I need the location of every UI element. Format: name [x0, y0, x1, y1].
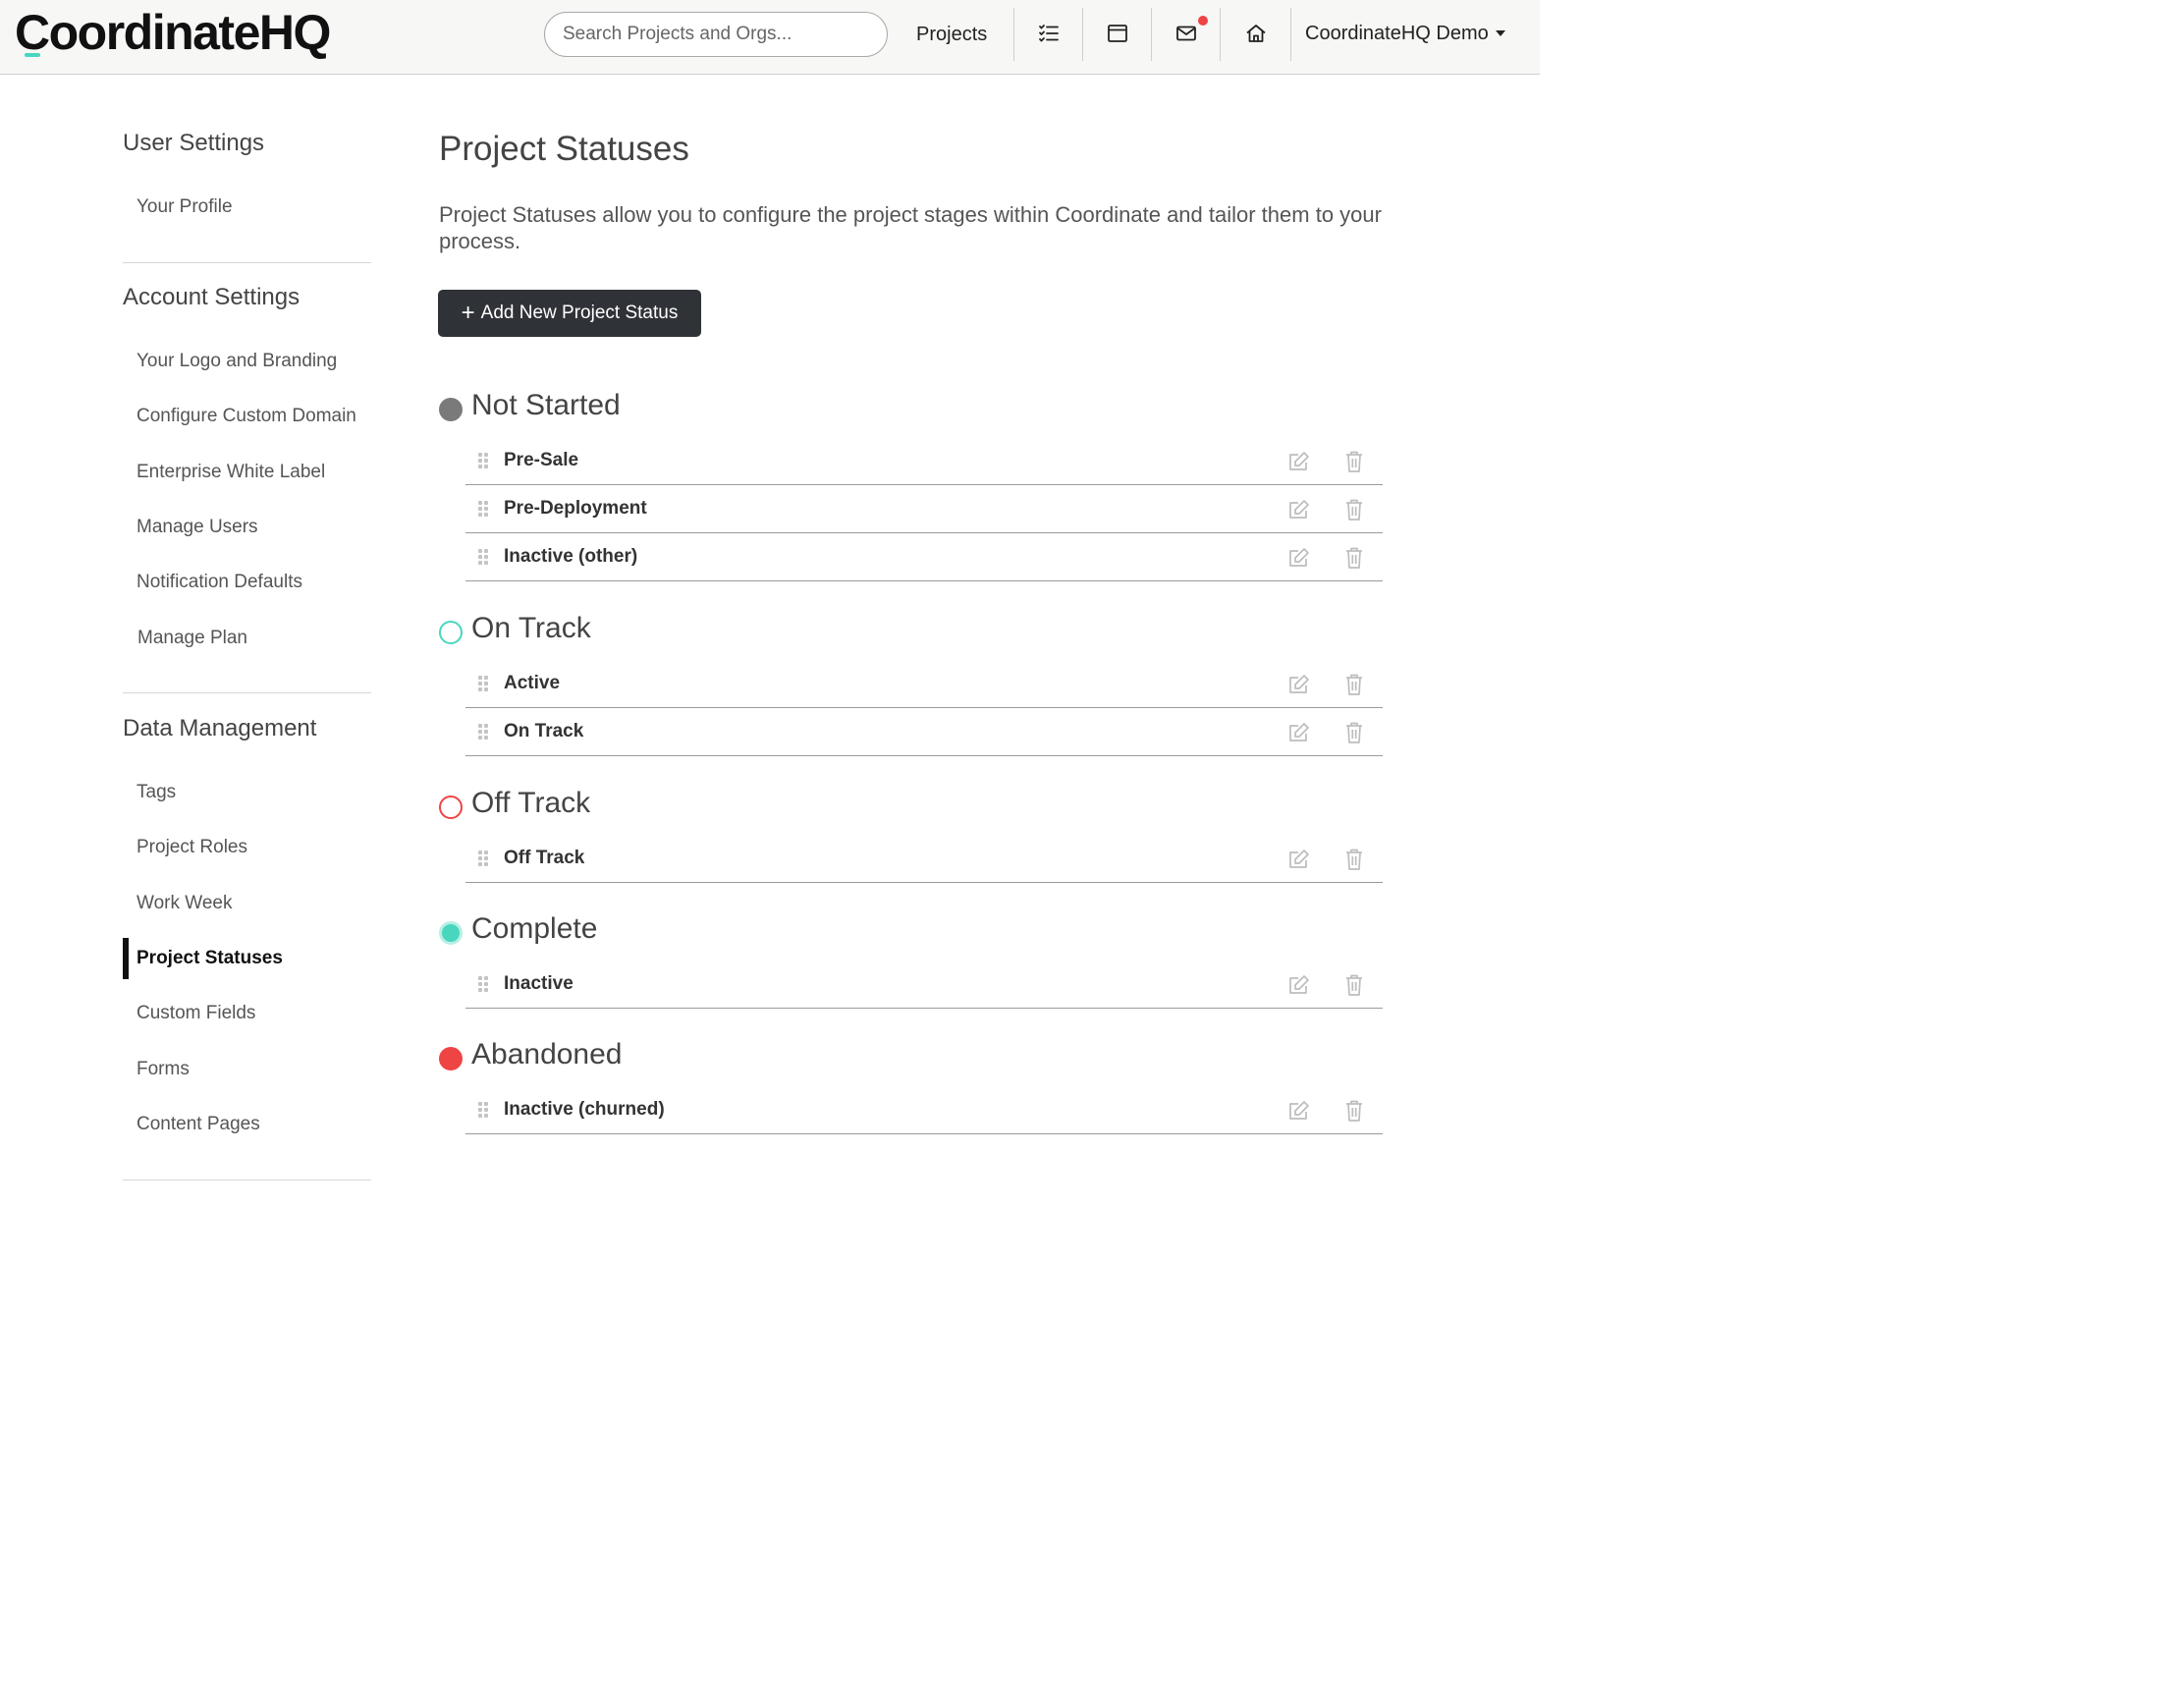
status-group-title: Abandoned [471, 1038, 623, 1070]
status-label: Off Track [504, 848, 585, 868]
add-button-label: Add New Project Status [480, 302, 679, 323]
status-row: Inactive (churned) [465, 1086, 1383, 1134]
status-label: Pre-Sale [504, 450, 579, 470]
sidebar-heading-user-settings: User Settings [123, 130, 265, 156]
drag-handle-icon[interactable] [476, 722, 490, 741]
sidebar-item-project-roles[interactable]: Project Roles [136, 837, 247, 858]
sidebar-item-forms[interactable]: Forms [136, 1059, 190, 1080]
status-indicator-icon [439, 398, 463, 421]
nav-divider [1151, 8, 1152, 61]
account-menu[interactable]: CoordinateHQ Demo [1305, 23, 1489, 45]
sidebar-item-content-pages[interactable]: Content Pages [136, 1114, 260, 1135]
nav-divider [1013, 8, 1014, 61]
edit-icon[interactable] [1287, 973, 1311, 997]
sidebar-heading-data-management: Data Management [123, 715, 317, 741]
chevron-down-icon[interactable] [1496, 30, 1505, 36]
drag-handle-icon[interactable] [476, 1100, 490, 1120]
logo-accent-mark [25, 53, 40, 57]
sidebar-item-work-week[interactable]: Work Week [136, 893, 233, 914]
status-row: On Track [465, 708, 1383, 756]
top-bar: CoordinateHQ Projects CoordinateHQ Demo [0, 0, 1540, 75]
status-label: Inactive (churned) [504, 1099, 665, 1120]
status-indicator-icon [439, 796, 463, 819]
page-title: Project Statuses [439, 130, 689, 168]
edit-icon[interactable] [1287, 1099, 1311, 1123]
status-label: Inactive (other) [504, 546, 638, 567]
status-group-title: On Track [471, 612, 591, 644]
drag-handle-icon[interactable] [476, 499, 490, 519]
checklist-icon[interactable] [1037, 22, 1061, 45]
sidebar-item-logo-branding[interactable]: Your Logo and Branding [136, 351, 337, 372]
notification-dot [1198, 16, 1208, 26]
sidebar-divider [123, 692, 371, 693]
status-row: Inactive [465, 960, 1383, 1009]
status-label: On Track [504, 721, 584, 741]
status-group-title: Complete [471, 912, 598, 945]
edit-icon[interactable] [1287, 498, 1311, 521]
drag-handle-icon[interactable] [476, 547, 490, 567]
edit-icon[interactable] [1287, 721, 1311, 744]
sidebar-item-custom-domain[interactable]: Configure Custom Domain [136, 406, 356, 427]
edit-icon[interactable] [1287, 546, 1311, 570]
nav-divider [1082, 8, 1083, 61]
status-row: Off Track [465, 835, 1383, 883]
edit-icon[interactable] [1287, 673, 1311, 696]
projects-nav-link[interactable]: Projects [916, 24, 987, 46]
trash-icon[interactable] [1344, 450, 1364, 473]
window-icon[interactable] [1106, 22, 1129, 45]
status-label: Inactive [504, 973, 573, 994]
sidebar-item-notification-defaults[interactable]: Notification Defaults [136, 572, 302, 593]
sidebar-item-project-statuses[interactable]: Project Statuses [136, 948, 283, 969]
drag-handle-icon[interactable] [476, 849, 490, 868]
trash-icon[interactable] [1344, 673, 1364, 696]
status-label: Active [504, 673, 561, 693]
edit-icon[interactable] [1287, 450, 1311, 473]
status-row: Inactive (other) [465, 533, 1383, 581]
sidebar-item-manage-users[interactable]: Manage Users [136, 517, 258, 538]
status-indicator-icon [439, 621, 463, 644]
status-indicator-icon [439, 1047, 463, 1070]
status-label: Pre-Deployment [504, 498, 647, 519]
search-input[interactable] [544, 12, 888, 57]
trash-icon[interactable] [1344, 973, 1364, 997]
page-description: Project Statuses allow you to configure … [439, 202, 1382, 253]
trash-icon[interactable] [1344, 498, 1364, 521]
add-project-status-button[interactable]: + Add New Project Status [438, 290, 701, 337]
status-row: Pre-Sale [465, 437, 1383, 485]
sidebar-divider [123, 262, 371, 263]
sidebar-item-manage-plan[interactable]: Manage Plan [137, 628, 247, 649]
sidebar-item-white-label[interactable]: Enterprise White Label [136, 462, 325, 483]
nav-divider [1290, 8, 1291, 61]
logo[interactable]: CoordinateHQ [15, 4, 331, 61]
nav-divider [1220, 8, 1221, 61]
trash-icon[interactable] [1344, 546, 1364, 570]
sidebar-heading-account-settings: Account Settings [123, 284, 300, 310]
mail-icon[interactable] [1174, 22, 1198, 45]
sidebar-item-custom-fields[interactable]: Custom Fields [136, 1003, 255, 1024]
drag-handle-icon[interactable] [476, 974, 490, 994]
trash-icon[interactable] [1344, 721, 1364, 744]
status-group-title: Not Started [471, 389, 621, 421]
status-indicator-icon [439, 921, 463, 945]
status-group-title: Off Track [471, 787, 591, 819]
drag-handle-icon[interactable] [476, 674, 490, 693]
status-row: Pre-Deployment [465, 485, 1383, 533]
status-row: Active [465, 660, 1383, 708]
drag-handle-icon[interactable] [476, 451, 490, 470]
sidebar-item-tags[interactable]: Tags [136, 782, 176, 803]
trash-icon[interactable] [1344, 1099, 1364, 1123]
plus-icon: + [461, 300, 475, 326]
sidebar-item-your-profile[interactable]: Your Profile [136, 196, 233, 218]
active-item-indicator [123, 938, 129, 979]
trash-icon[interactable] [1344, 848, 1364, 871]
edit-icon[interactable] [1287, 848, 1311, 871]
home-icon[interactable] [1244, 22, 1268, 45]
